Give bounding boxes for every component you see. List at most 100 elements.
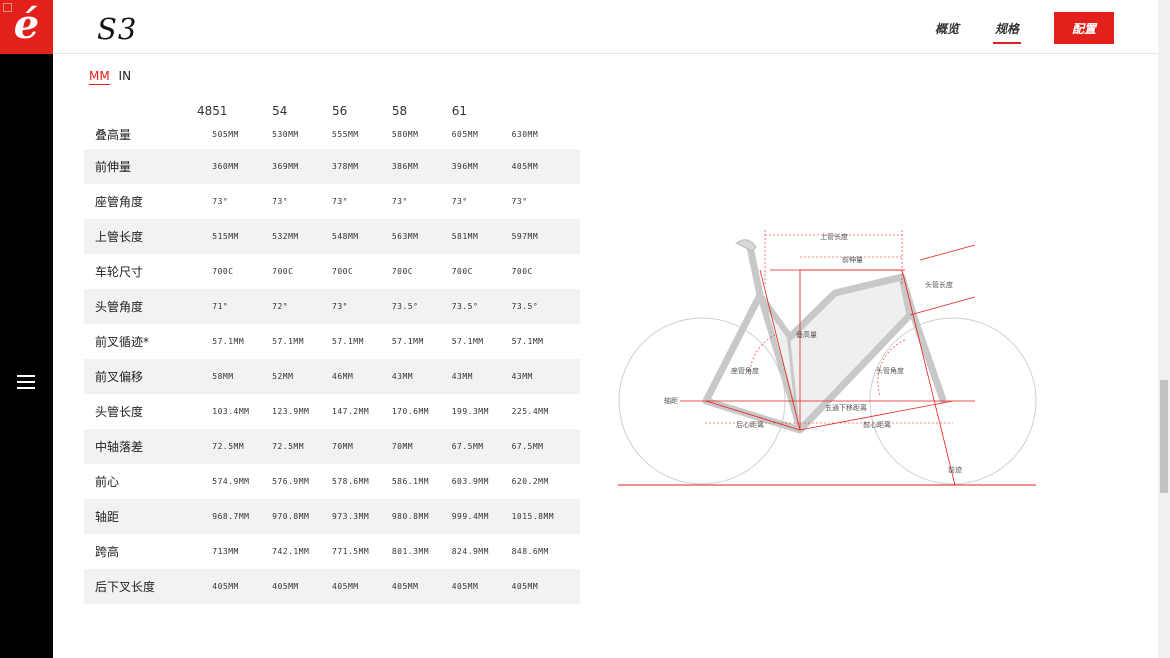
table-cell: 405MM [511,569,580,604]
table-cell: 73° [272,197,289,206]
label-front-center: 前心距离 [863,420,891,429]
table-cell: 824.9MM [451,547,489,556]
size-header: 56 [332,104,348,118]
nav-overview[interactable]: 概览 [935,20,959,37]
table-cell: 72° [272,289,332,324]
table-cell: 73° [332,289,392,324]
label-stack: 叠高量 [796,330,817,339]
table-cell: 620.2MM [511,477,549,486]
table-cell: 57.1MM [511,337,544,346]
table-cell: 801.3MM [391,547,430,556]
table-cell: 578.6MM [332,477,370,486]
table-cell: 630MM [511,130,539,139]
size-header: 58 [391,104,408,118]
label-wheelbase: 轴距 [664,396,678,405]
table-cell: 57.1MM [212,337,245,346]
table-cell: 58MM [212,359,273,394]
table-cell: 67.5MM [511,429,580,464]
table-cell: 73° [451,197,468,206]
table-cell: 71° [212,289,273,324]
label-rear-center: 后心距离 [736,420,764,429]
table-cell: 147.2MM [332,407,370,416]
row-label: 头管长度 [95,405,144,419]
table-cell: 369MM [272,149,332,184]
table-cell: 530MM [272,130,299,139]
table-cell: 1015.8MM [511,499,580,534]
table-cell: 70MM [391,429,452,464]
hamburger-menu-icon[interactable] [17,375,35,389]
size-header: 61 [451,104,467,118]
row-label: 叠高量 [95,128,132,142]
table-cell: 73.5° [511,289,580,324]
nav-specs-label: 规格 [995,22,1020,36]
table-cell: 548MM [332,219,392,254]
scrollbar-track[interactable] [1158,0,1170,658]
size-header-row: 48 51 54 56 58 61 [84,96,580,120]
table-cell: 57.1MM [272,337,305,346]
table-cell: 52MM [272,359,332,394]
table-cell: 72.5MM [212,429,273,464]
table-cell: 580MM [391,130,419,139]
table-cell: 605MM [451,130,479,139]
row-label: 车轮尺寸 [95,265,144,279]
table-cell: 103.4MM [212,407,250,416]
active-tab-underline [993,42,1022,44]
table-row: 车轮尺寸 700C 700C 700C 700C 700C 700C [84,254,580,289]
table-row: 叠高量 505MM 530MM 555MM 580MM 605MM 630MM [84,120,580,149]
table-cell: 405MM [212,569,273,604]
saddle [735,239,757,252]
table-cell: 505MM [212,130,239,139]
table-row: 前伸量 360MM 369MM 378MM 386MM 396MM 405MM [84,149,580,184]
table-row: 上管长度 515MM 532MM 548MM 563MM 581MM 597MM [84,219,580,254]
label-trail: 前迹 [948,465,962,474]
scrollbar-thumb[interactable] [1160,380,1168,493]
unit-mm[interactable]: MM [89,69,110,85]
table-cell: 555MM [332,130,359,139]
label-bb-drop: 五通下移距离 [825,403,867,412]
table-cell: 713MM [212,547,239,556]
table-cell: 73° [212,197,229,206]
label-head-tube-length: 头管长度 [925,280,953,289]
table-cell: 405MM [391,569,452,604]
brand-logo[interactable]: é [0,0,53,54]
label-top-tube: 上管长度 [820,232,848,241]
row-label: 前伸量 [84,149,213,184]
row-label: 前心 [95,475,120,489]
table-cell: 970.8MM [272,499,332,534]
table-cell: 386MM [391,149,452,184]
unit-toggle: MM IN [89,69,136,85]
table-cell: 515MM [212,219,273,254]
table-cell: 170.6MM [391,407,430,416]
table-cell: 360MM [212,149,273,184]
table-cell: 73.5° [451,289,512,324]
table-cell: 848.6MM [511,547,549,556]
table-cell: 67.5MM [451,429,512,464]
table-cell: 46MM [332,359,392,394]
row-label: 跨高 [95,545,120,559]
row-label: 头管角度 [84,289,213,324]
top-header: S3 概览 规格 配置 [53,0,1170,54]
table-row: 中轴落差 72.5MM 72.5MM 70MM 70MM 67.5MM 67.5MM [84,429,580,464]
window-icon [3,3,12,12]
table-row: 座管角度 73° 73° 73° 73° 73° 73° [84,184,580,219]
nav-specs[interactable]: 规格 [993,20,1022,44]
table-cell: 378MM [332,149,392,184]
table-cell: 771.5MM [332,547,370,556]
table-cell: 43MM [451,359,512,394]
table-cell: 999.4MM [451,499,512,534]
table-cell: 73.5° [391,289,452,324]
table-cell: 700C [511,267,533,276]
geometry-table: 48 51 54 56 58 61 叠高量 505MM 530MM 555MM 580M… [84,96,580,604]
configure-button[interactable]: 配置 [1054,12,1114,44]
table-cell: 70MM [332,429,392,464]
unit-in[interactable]: IN [119,69,132,83]
table-cell: 73° [332,197,348,206]
table-cell: 563MM [391,219,452,254]
table-cell: 73° [511,197,528,206]
table-cell: 700C [272,267,294,276]
table-cell: 57.1MM [451,337,484,346]
side-rail [0,0,53,658]
table-cell: 57.1MM [332,337,364,346]
table-cell: 586.1MM [391,477,430,486]
table-cell: 973.3MM [332,499,392,534]
